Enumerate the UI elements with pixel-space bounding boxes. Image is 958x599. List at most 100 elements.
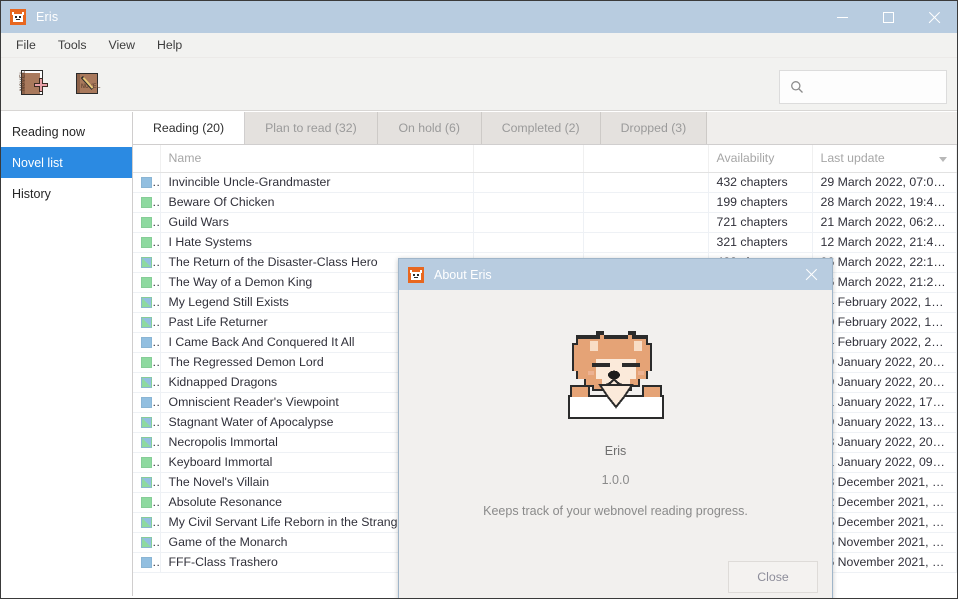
status-square-split-icon xyxy=(141,437,152,449)
column-header-name[interactable]: Name xyxy=(160,145,474,173)
menu-item-view[interactable]: View xyxy=(98,35,146,56)
row-status-cell xyxy=(133,272,161,293)
sidebar-item-history[interactable]: History xyxy=(1,178,132,209)
close-button[interactable] xyxy=(911,1,957,33)
row-status-cell xyxy=(133,192,161,213)
row-status-cell xyxy=(133,352,161,373)
row-status-cell xyxy=(133,252,161,273)
row-last-update-cell: 26 November 2021, 09:09:57 xyxy=(812,552,957,573)
row-status-cell xyxy=(133,412,161,433)
row-last-update-cell: 04 February 2022, 21:24:38 xyxy=(812,332,957,353)
tab-reading[interactable]: Reading (20) xyxy=(133,112,246,144)
status-square-blue-icon xyxy=(141,337,152,349)
minimize-button[interactable] xyxy=(819,1,865,33)
status-square-split-icon xyxy=(141,297,152,309)
row-availability-cell: 199 chapters xyxy=(708,192,813,213)
row-name-cell: Guild Wars xyxy=(160,212,474,233)
row-last-update-cell: 12 March 2022, 21:49:57 xyxy=(812,232,957,253)
menu-item-help[interactable]: Help xyxy=(146,35,193,56)
row-status-cell xyxy=(133,372,161,393)
status-square-blue-icon xyxy=(141,557,152,569)
row-availability-cell: 321 chapters xyxy=(708,232,813,253)
row-status-cell xyxy=(133,472,161,493)
search-icon xyxy=(791,81,803,93)
status-square-split-icon xyxy=(141,317,152,329)
row-status-cell xyxy=(133,332,161,353)
column-header-read[interactable] xyxy=(473,145,584,173)
about-version: 1.0.0 xyxy=(601,473,630,487)
sleeping-fox-mascot xyxy=(552,323,680,432)
row-last-update-cell: 28 December 2021, 18:30:31 xyxy=(812,472,957,493)
status-square-green-icon xyxy=(141,457,152,469)
menubar: File Tools View Help xyxy=(1,33,957,58)
table-row[interactable]: Guild Wars 721 chapters 21 March 2022, 06:… xyxy=(133,212,957,233)
book-plus-icon: NOVEL xyxy=(19,70,48,95)
about-dialog-title: About Eris xyxy=(434,267,492,282)
table-row[interactable]: Invincible Uncle-Grandmaster 432 chapters… xyxy=(133,172,957,193)
about-close-button[interactable]: Close xyxy=(728,561,818,593)
status-square-blue-icon xyxy=(141,397,152,409)
row-read-cell xyxy=(473,192,584,213)
row-read-cell xyxy=(473,232,584,253)
tab-on-hold[interactable]: On hold (6) xyxy=(377,112,482,144)
row-status-cell xyxy=(133,392,161,413)
column-header-availability[interactable]: Availability xyxy=(708,145,813,173)
status-square-split-icon xyxy=(141,517,152,529)
status-square-green-icon xyxy=(141,237,152,249)
row-last-update-cell: 29 January 2022, 20:32:32 xyxy=(812,372,957,393)
row-last-update-cell: 24 February 2022, 14:13:19 xyxy=(812,292,957,313)
add-novel-button[interactable]: NOVEL xyxy=(14,63,58,105)
row-status-cell xyxy=(133,512,161,533)
svg-text:NOVEL: NOVEL xyxy=(19,70,27,91)
row-last-update-cell: 21 January 2022, 17:10:27 xyxy=(812,392,957,413)
row-last-update-cell: 28 March 2022, 19:46:05 xyxy=(812,192,957,213)
row-last-update-cell: 19 January 2022, 13:01:15 xyxy=(812,412,957,433)
table-header-row: Name Availability Last update xyxy=(133,145,957,173)
window-title: Eris xyxy=(36,10,59,24)
tab-plan-to-read[interactable]: Plan to read (32) xyxy=(245,112,378,144)
column-header-flag[interactable] xyxy=(133,145,161,173)
eris-fox-icon xyxy=(408,266,424,283)
table-row[interactable]: I Hate Systems 321 chapters 12 March 2022,… xyxy=(133,232,957,253)
row-last-update-cell: 01 January 2022, 09:31:49 xyxy=(812,452,957,473)
column-header-last-update[interactable]: Last update xyxy=(812,145,957,173)
column-header-unread[interactable] xyxy=(583,145,709,173)
status-square-green-icon xyxy=(141,277,152,289)
about-dialog-close-button[interactable] xyxy=(790,259,832,290)
sidebar-item-novel-list[interactable]: Novel list xyxy=(1,147,132,178)
status-square-green-icon xyxy=(141,217,152,229)
about-dialog-body: Eris 1.0.0 Keeps track of your webnovel … xyxy=(399,290,832,598)
row-status-cell xyxy=(133,232,161,253)
tab-dropped[interactable]: Dropped (3) xyxy=(600,112,708,144)
search-box[interactable] xyxy=(779,70,947,104)
status-square-green-icon xyxy=(141,357,152,369)
maximize-button[interactable] xyxy=(865,1,911,33)
row-last-update-cell: 06 March 2022, 21:21:12 xyxy=(812,272,957,293)
menu-item-file[interactable]: File xyxy=(5,35,47,56)
tab-completed[interactable]: Completed (2) xyxy=(481,112,601,144)
sidebar-item-reading-now[interactable]: Reading now xyxy=(1,116,132,147)
row-last-update-cell: 29 January 2022, 20:45:05 xyxy=(812,352,957,373)
column-header-last-update-label: Last update xyxy=(820,151,885,166)
toolbar: NOVEL NOVEL xyxy=(1,58,957,111)
row-status-cell xyxy=(133,452,161,473)
row-last-update-cell: 22 December 2021, 19:48:30 xyxy=(812,492,957,513)
status-square-split-icon xyxy=(141,537,152,549)
row-read-cell xyxy=(473,172,584,193)
minimize-icon xyxy=(836,16,848,18)
table-row[interactable]: Beware Of Chicken 199 chapters 28 March 20… xyxy=(133,192,957,213)
row-status-cell xyxy=(133,532,161,553)
menu-item-tools[interactable]: Tools xyxy=(47,35,98,56)
row-availability-cell: 721 chapters xyxy=(708,212,813,233)
sort-descending-icon xyxy=(939,157,947,162)
table-header: Name Availability Last update xyxy=(133,145,957,173)
status-square-blue-icon xyxy=(141,177,152,189)
close-icon xyxy=(805,268,818,281)
row-status-cell xyxy=(133,292,161,313)
about-description: Keeps track of your webnovel reading pro… xyxy=(483,504,748,518)
row-status-cell xyxy=(133,172,161,193)
status-square-green-icon xyxy=(141,197,152,209)
edit-novel-button[interactable]: NOVEL xyxy=(68,63,112,105)
search-input[interactable] xyxy=(811,79,931,95)
status-square-green-icon xyxy=(141,497,152,509)
